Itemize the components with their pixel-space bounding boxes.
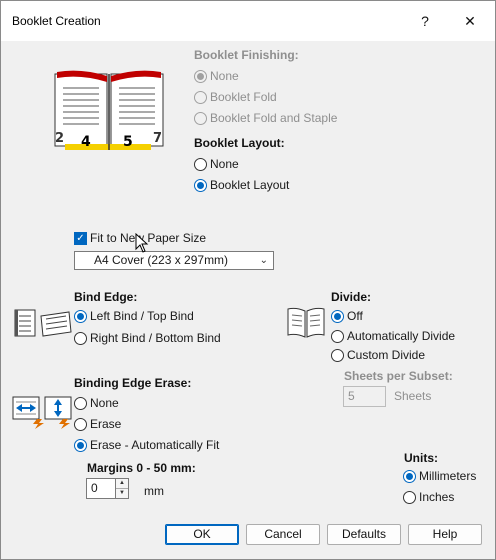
margins-input[interactable]: 0: [86, 478, 116, 499]
divide-custom-radio[interactable]: Custom Divide: [331, 346, 425, 364]
divide-auto-radio[interactable]: Automatically Divide: [331, 327, 455, 345]
finishing-booklet-fold-radio[interactable]: Booklet Fold: [194, 88, 277, 106]
divide-booklet-icon: [287, 307, 325, 338]
close-icon[interactable]: ✕: [450, 1, 490, 41]
erase-auto-fit-label: Erase - Automatically Fit: [90, 438, 220, 452]
margins-label: Margins 0 - 50 mm:: [87, 461, 196, 475]
divide-auto-label: Automatically Divide: [347, 329, 456, 343]
booklet-preview-icon: 2 4 5 7: [54, 70, 164, 150]
radio-indicator: [194, 69, 207, 83]
radio-indicator: [74, 331, 87, 345]
radio-indicator: [194, 90, 207, 104]
divide-off-radio[interactable]: Off: [331, 307, 363, 325]
spin-up-icon[interactable]: ▲: [116, 479, 128, 489]
page-number-far-left: 2: [55, 131, 64, 146]
bind-right-bottom-label: Right Bind / Bottom Bind: [90, 331, 221, 345]
layout-none-label: None: [210, 157, 239, 171]
finishing-none-radio[interactable]: None: [194, 67, 239, 85]
erase-label: Erase: [90, 417, 122, 431]
booklet-finishing-label: Booklet Finishing:: [194, 48, 299, 62]
checkmark-icon: ✓: [74, 231, 87, 245]
divide-custom-label: Custom Divide: [347, 348, 426, 362]
page-number-left: 4: [81, 134, 91, 150]
paper-size-value: A4 Cover (223 x 297mm): [94, 253, 229, 267]
layout-booklet-label: Booklet Layout: [210, 178, 290, 192]
layout-none-radio[interactable]: None: [194, 155, 239, 173]
divide-off-label: Off: [347, 309, 363, 323]
radio-indicator: [194, 178, 207, 192]
radio-indicator: [74, 438, 87, 452]
divide-label: Divide:: [331, 290, 372, 304]
booklet-creation-dialog: Booklet Creation ? ✕ 2 4 5 7 Booklet Fin…: [0, 0, 496, 560]
binding-edge-erase-label: Binding Edge Erase:: [74, 376, 192, 390]
erase-auto-fit-radio[interactable]: Erase - Automatically Fit: [74, 436, 219, 454]
units-label: Units:: [404, 451, 438, 465]
units-inches-label: Inches: [419, 490, 455, 504]
finishing-fold-staple-label: Booklet Fold and Staple: [210, 111, 338, 125]
page-number-far-right: 7: [153, 131, 162, 146]
ok-button[interactable]: OK: [165, 524, 239, 545]
units-millimeters-label: Millimeters: [419, 469, 477, 483]
binding-edge-erase-icon: [12, 396, 72, 429]
finishing-fold-staple-radio[interactable]: Booklet Fold and Staple: [194, 109, 337, 127]
radio-indicator: [74, 309, 87, 323]
mouse-cursor-icon: [135, 233, 149, 253]
radio-indicator: [403, 490, 416, 504]
radio-indicator: [74, 417, 87, 431]
help-icon[interactable]: ?: [405, 1, 445, 41]
radio-indicator: [331, 309, 344, 323]
bind-left-top-radio[interactable]: Left Bind / Top Bind: [74, 307, 194, 325]
units-millimeters-radio[interactable]: Millimeters: [403, 467, 476, 485]
sheets-per-subset-label: Sheets per Subset:: [344, 369, 453, 383]
defaults-button[interactable]: Defaults: [327, 524, 401, 545]
help-button[interactable]: Help: [408, 524, 482, 545]
bind-right-bottom-radio[interactable]: Right Bind / Bottom Bind: [74, 329, 221, 347]
finishing-none-label: None: [210, 69, 239, 83]
cancel-button[interactable]: Cancel: [246, 524, 320, 545]
radio-indicator: [331, 348, 344, 362]
erase-radio[interactable]: Erase: [74, 415, 121, 433]
page-number-right: 5: [123, 134, 133, 150]
sheets-per-subset-input[interactable]: 5: [343, 386, 386, 407]
radio-indicator: [331, 329, 344, 343]
paper-size-dropdown[interactable]: A4 Cover (223 x 297mm) ⌄: [74, 251, 274, 270]
bind-edge-icon: [14, 309, 72, 337]
bind-left-top-label: Left Bind / Top Bind: [90, 309, 194, 323]
booklet-layout-label: Booklet Layout:: [194, 136, 285, 150]
erase-none-label: None: [90, 396, 119, 410]
radio-indicator: [194, 157, 207, 171]
bind-edge-label: Bind Edge:: [74, 290, 138, 304]
window-title: Booklet Creation: [12, 14, 101, 28]
margins-unit-label: mm: [144, 484, 164, 498]
spin-down-icon[interactable]: ▼: [116, 489, 128, 499]
radio-indicator: [74, 396, 87, 410]
finishing-booklet-fold-label: Booklet Fold: [210, 90, 277, 104]
erase-none-radio[interactable]: None: [74, 394, 119, 412]
layout-booklet-radio[interactable]: Booklet Layout: [194, 176, 289, 194]
sheets-unit-label: Sheets: [394, 389, 432, 403]
radio-indicator: [403, 469, 416, 483]
units-inches-radio[interactable]: Inches: [403, 488, 454, 506]
radio-indicator: [194, 111, 207, 125]
margins-spinner[interactable]: ▲ ▼: [115, 478, 129, 499]
chevron-down-icon: ⌄: [259, 255, 268, 266]
title-bar: Booklet Creation ? ✕: [1, 1, 495, 41]
